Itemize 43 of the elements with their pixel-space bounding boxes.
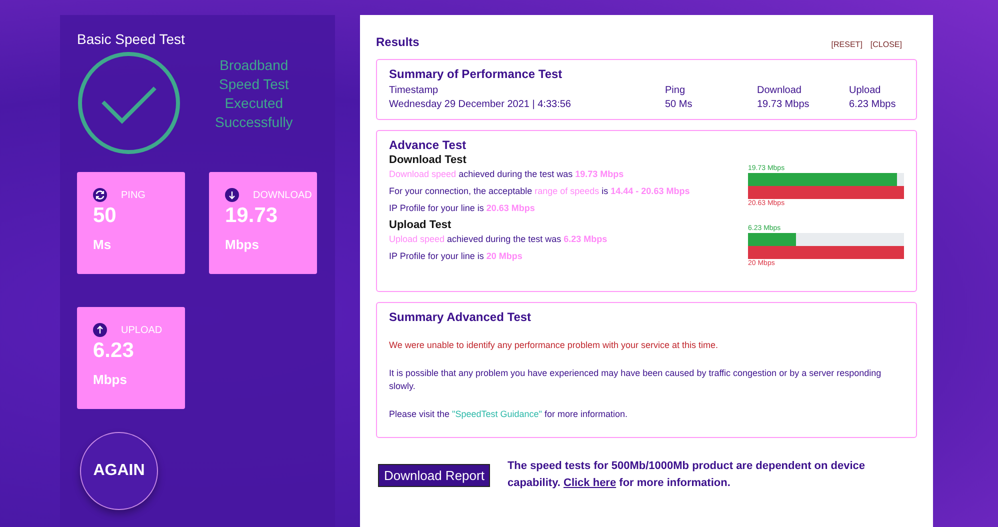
status-message: Broadband Speed Test Executed Successfully <box>215 56 293 132</box>
check-circle-icon <box>77 51 181 155</box>
column-value: Wednesday 29 December 2021 | 4:33:56 <box>389 98 572 112</box>
card-title: Advance Test <box>389 138 468 152</box>
column-label: Ping <box>665 84 686 98</box>
test-sentence: IP Profile for your line is 20.63 Mbps <box>389 202 536 215</box>
metric-value: 6.23 <box>93 339 135 363</box>
test-title: Upload Test <box>389 219 452 231</box>
column-label: Timestamp <box>389 84 440 98</box>
metric-label: UPLOAD <box>121 324 162 336</box>
arrow-down-icon <box>225 188 239 202</box>
device-note: The speed tests for 500Mb/1000Mb product are dependent on device capability. Click here for more information. <box>507 459 866 491</box>
metric-unit: Mbps <box>225 237 260 252</box>
column-label: Upload <box>849 84 882 98</box>
test-sentence: Download speed achieved during the test was 19.73 Mbps <box>389 168 625 181</box>
click-here-link[interactable]: Click here <box>564 477 616 489</box>
again-button[interactable]: AGAIN <box>80 432 158 510</box>
summary-paragraph: It is possible that any problem you have experienced may have been caused by traffic congestion or by a server responding slowly. <box>389 367 882 393</box>
metric-label: PING <box>121 190 146 200</box>
metric-value: 50 <box>93 204 118 228</box>
column-value: 19.73 Mbps <box>757 98 810 112</box>
column-value: 50 Ms <box>665 98 694 112</box>
test-sentence: Upload speed achieved during the test was 6.23 Mbps <box>389 233 608 246</box>
test-title: Download Test <box>389 154 468 166</box>
test-sentence: IP Profile for your line is 20 Mbps <box>389 250 524 263</box>
metric-value: 19.73 <box>225 204 279 228</box>
metric-label: DOWNLOAD <box>253 190 312 200</box>
metric-unit: Ms <box>93 237 112 252</box>
summary-paragraph: Please visit the "SpeedTest Guidance" for more information. <box>389 408 629 421</box>
results-title: Results <box>376 35 420 49</box>
download-report-button[interactable]: Download Report <box>378 464 490 486</box>
column-label: Download <box>757 84 802 98</box>
arrow-up-icon <box>93 323 107 337</box>
card-title: Summary of Performance Test <box>389 67 564 81</box>
action-link[interactable]: [RESET] <box>831 40 862 49</box>
refresh-icon <box>93 188 107 202</box>
panel-title: Basic Speed Test <box>77 31 186 47</box>
action-link[interactable]: [CLOSE] <box>870 40 902 49</box>
metric-unit: Mbps <box>93 372 128 387</box>
column-value: 6.23 Mbps <box>849 98 897 112</box>
summary-paragraph: We were unable to identify any performance problem with your service at this time. <box>389 339 719 352</box>
test-sentence: For your connection, the acceptable range of speeds is 14.44 - 20.63 Mbps <box>389 185 690 198</box>
card-title: Summary Advanced Test <box>389 310 532 324</box>
